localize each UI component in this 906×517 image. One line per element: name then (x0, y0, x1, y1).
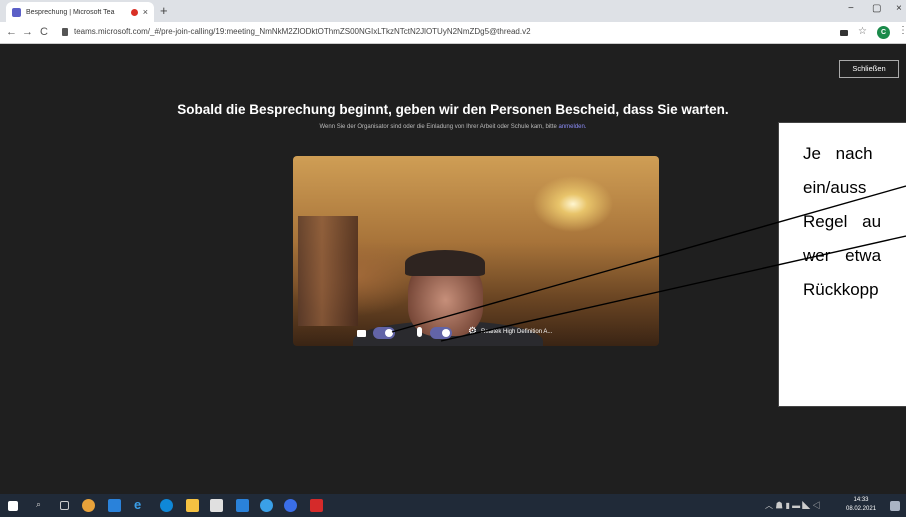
acrobat-icon[interactable] (310, 499, 323, 512)
forward-button[interactable]: → (22, 26, 33, 38)
app-icon-blue[interactable] (108, 499, 121, 512)
new-tab-button[interactable]: + (160, 3, 168, 18)
annotation-callout: Je nach ein/auss Regel au wer etwa Rückk… (778, 122, 906, 407)
reload-button[interactable]: C (40, 26, 48, 38)
browser-tab-bar: Besprechung | Microsoft Tea × + − ▢ × (0, 0, 906, 22)
person-hair (405, 250, 485, 276)
callout-line: ein/auss (803, 178, 867, 197)
recording-indicator-icon (130, 8, 138, 16)
system-tray-icons[interactable]: ︿ ☗ ▮ ▬ ◣ ◁ (765, 500, 821, 511)
background-shelf (298, 216, 358, 326)
edge-icon[interactable] (160, 499, 173, 512)
video-preview: ⚙ Realtek High Definition A... (293, 156, 659, 346)
audio-device-label[interactable]: Realtek High Definition A... (481, 329, 552, 335)
signin-hint-text: Wenn Sie der Organisator sind oder die E… (319, 124, 559, 130)
device-settings-icon[interactable]: ⚙ (468, 326, 477, 337)
tab-close-button[interactable]: × (143, 7, 148, 17)
camera-icon (357, 330, 366, 337)
back-button[interactable]: ← (6, 26, 17, 38)
signin-link[interactable]: anmelden. (559, 124, 587, 130)
file-explorer-icon[interactable] (186, 499, 199, 512)
clock-date: 08.02.2021 (846, 506, 877, 512)
notifications-icon[interactable] (890, 501, 900, 511)
internet-explorer-icon[interactable]: e (134, 497, 147, 512)
browser-tab[interactable]: Besprechung | Microsoft Tea × (6, 2, 154, 22)
teams-favicon-icon (12, 7, 21, 17)
callout-line: Rückkopp (803, 280, 879, 299)
app-icon-orange[interactable] (82, 499, 95, 512)
minimize-button[interactable]: − (848, 3, 854, 14)
window-close-button[interactable]: × (896, 3, 902, 14)
windows-taskbar: ⌕ e ︿ ☗ ▮ ▬ ◣ ◁ 14:33 08.02.2021 (0, 494, 906, 517)
task-view-icon[interactable] (60, 501, 69, 510)
address-bar: ← → C teams.microsoft.com/_#/pre-join-ca… (0, 22, 906, 44)
screen: Besprechung | Microsoft Tea × + − ▢ × ← … (0, 0, 906, 517)
lock-icon (62, 28, 68, 36)
microphone-icon (417, 327, 422, 337)
search-icon[interactable]: ⌕ (36, 499, 49, 512)
url-field[interactable]: teams.microsoft.com/_#/pre-join-calling/… (74, 27, 531, 36)
app-icon-globe[interactable] (260, 499, 273, 512)
clock[interactable]: 14:33 08.02.2021 (846, 496, 876, 514)
callout-line: Regel au (803, 212, 882, 231)
maximize-button[interactable]: ▢ (872, 3, 881, 14)
camera-toggle[interactable] (373, 327, 395, 339)
clock-time: 14:33 (853, 497, 869, 503)
close-button[interactable]: Schließen (839, 60, 899, 78)
callout-line: wer etwa (803, 246, 882, 265)
page-title: Sobald die Besprechung beginnt, geben wi… (177, 102, 729, 117)
signin-hint: Wenn Sie der Organisator sind oder die E… (0, 124, 906, 130)
windows-start-icon[interactable] (8, 501, 18, 511)
profile-avatar[interactable]: C (877, 26, 890, 39)
teams-prejoin-screen: Schließen Sobald die Besprechung beginnt… (0, 44, 906, 494)
store-icon[interactable] (210, 499, 223, 512)
camera-in-use-icon[interactable] (840, 30, 848, 36)
device-controls: ⚙ Realtek High Definition A... (293, 324, 659, 346)
bookmark-star-icon[interactable]: ☆ (858, 26, 867, 37)
browser-menu-icon[interactable]: ⋮ (898, 25, 906, 36)
mail-icon[interactable] (236, 499, 249, 512)
teams-taskbar-icon[interactable] (284, 499, 297, 512)
callout-line: Je nach (803, 144, 873, 163)
microphone-toggle[interactable] (430, 327, 452, 339)
tab-title: Besprechung | Microsoft Tea (26, 8, 115, 16)
